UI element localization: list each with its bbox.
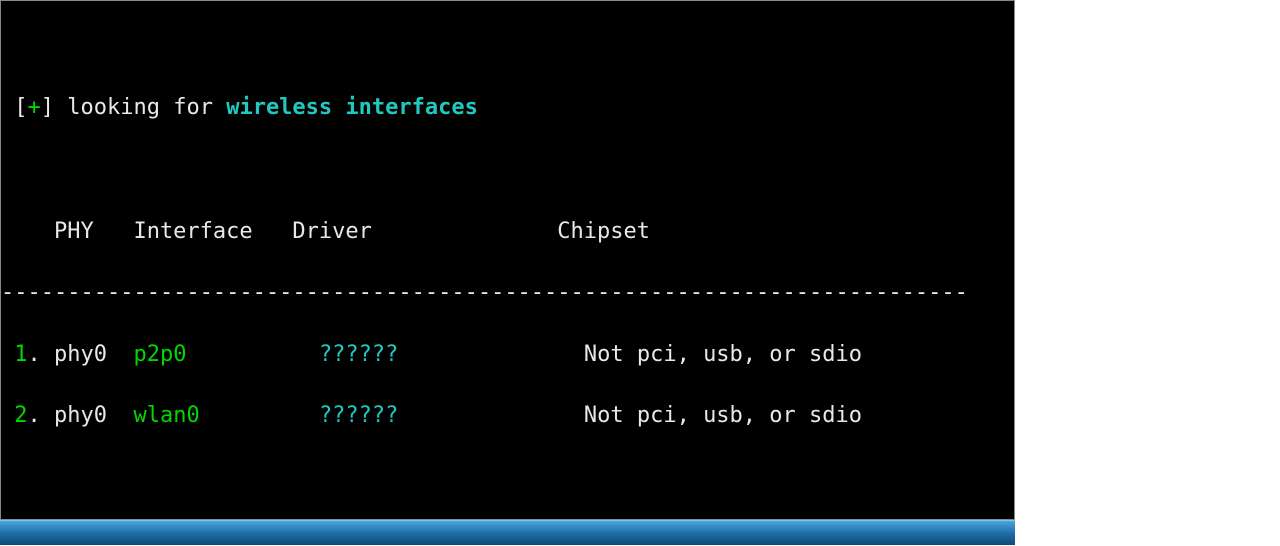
empty-line (1, 155, 1014, 186)
table-divider: ----------------------------------------… (1, 278, 1014, 309)
table-header: PHY Interface Driver Chipset (1, 217, 1014, 248)
table-row: 1. phy0 p2p0 ?????? Not pci, usb, or sdi… (1, 340, 1014, 371)
taskbar[interactable] (0, 520, 1015, 545)
empty-line (1, 463, 1014, 494)
empty-line (1, 32, 1014, 63)
looking-for-line: [+] looking for wireless interfaces (1, 93, 1014, 124)
table-row: 2. phy0 wlan0 ?????? Not pci, usb, or sd… (1, 401, 1014, 432)
terminal-window[interactable]: [+] looking for wireless interfaces PHY … (0, 0, 1015, 520)
